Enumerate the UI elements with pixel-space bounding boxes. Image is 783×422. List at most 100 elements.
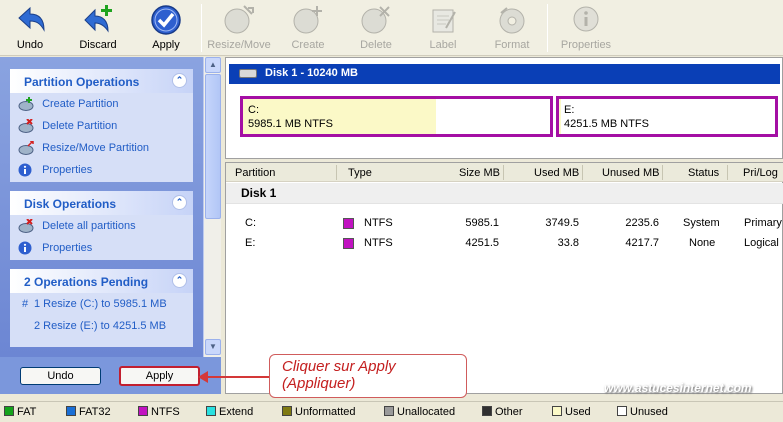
delete-toolbar-label: Delete (360, 39, 392, 51)
delete-all-partitions-icon (18, 219, 34, 233)
disk-operations-header[interactable]: Disk Operations ⌃ (10, 191, 193, 215)
legend-label: Unused (630, 406, 668, 418)
column-divider[interactable] (727, 165, 728, 180)
cell-used: 33.8 (557, 237, 579, 249)
info-icon (573, 6, 599, 32)
legend-label: Other (495, 406, 523, 418)
legend-label: FAT32 (79, 406, 111, 418)
legend-item-extend: Extend (206, 406, 253, 418)
partition-info: 4251.5 MB NTFS (564, 118, 649, 130)
column-divider[interactable] (503, 165, 504, 180)
format-disk-icon (499, 7, 525, 34)
apply-toolbar-label: Apply (152, 39, 180, 51)
column-header-size[interactable]: Size MB (459, 167, 500, 179)
undo-toolbar-label: Undo (16, 39, 44, 51)
disk-operations-title: Disk Operations (24, 197, 117, 211)
partition-block-e[interactable]: E: 4251.5 MB NTFS (556, 96, 778, 137)
legend-item-fat: FAT (4, 406, 36, 418)
partition-operations-header[interactable]: Partition Operations ⌃ (10, 69, 193, 93)
apply-check-icon (151, 5, 181, 35)
properties-toolbar-button[interactable]: Properties (558, 2, 614, 54)
column-divider[interactable] (662, 165, 663, 180)
partition-letter: C: (248, 104, 259, 116)
scroll-up-arrow-icon[interactable]: ▲ (205, 57, 221, 73)
task-label: Delete Partition (42, 119, 118, 132)
label-toolbar-label: Label (429, 39, 457, 51)
create-toolbar-label: Create (291, 39, 325, 51)
callout-line-2: (Appliquer) (282, 375, 356, 392)
pending-operation-text: 2 Resize (E:) to 4251.5 MB (34, 320, 167, 332)
label-toolbar-button[interactable]: Label (420, 2, 466, 54)
legend-swatch (66, 406, 76, 416)
cell-prilog: Primary (744, 217, 782, 229)
disk-header[interactable]: Disk 1 - 10240 MB (229, 64, 780, 84)
legend-item-unformatted: Unformatted (282, 406, 356, 418)
pending-operations-title: 2 Operations Pending (24, 275, 149, 289)
collapse-chevron-icon[interactable]: ⌃ (172, 73, 187, 88)
partition-text: C: 5985.1 MB NTFS (248, 103, 333, 131)
table-row[interactable]: E: NTFS 4251.5 33.8 4217.7 None Logical (226, 235, 783, 253)
format-toolbar-label: Format (494, 39, 530, 51)
discard-arrow-icon (84, 5, 112, 33)
table-row[interactable]: C: NTFS 5985.1 3749.5 2235.6 System Prim… (226, 215, 783, 233)
cell-type: NTFS (364, 237, 393, 249)
annotation-arrow (200, 376, 270, 378)
task-resize-move-partition[interactable]: Resize/Move Partition (10, 137, 193, 159)
pending-marker: # (22, 298, 29, 310)
task-create-partition[interactable]: Create Partition (10, 93, 193, 115)
collapse-chevron-icon[interactable]: ⌃ (172, 273, 187, 288)
undo-button[interactable]: Undo (20, 367, 101, 385)
partition-operations-group: Partition Operations ⌃ Create Partition … (10, 69, 193, 182)
pending-operations-header[interactable]: 2 Operations Pending ⌃ (10, 269, 193, 293)
column-header-status[interactable]: Status (688, 167, 719, 179)
collapse-chevron-icon[interactable]: ⌃ (172, 195, 187, 210)
column-header-prilog[interactable]: Pri/Log (743, 167, 778, 179)
legend-label: Unallocated (397, 406, 456, 418)
partition-text: E: 4251.5 MB NTFS (564, 103, 649, 131)
legend-bar: FAT FAT32 NTFS Extend Unformatted Unallo… (0, 401, 783, 422)
task-pane-scrollbar[interactable]: ▲ ▼ (203, 57, 221, 357)
column-divider[interactable] (336, 165, 337, 180)
column-divider[interactable] (582, 165, 583, 180)
task-pane: Partition Operations ⌃ Create Partition … (0, 57, 221, 394)
scrollbar-thumb[interactable] (205, 74, 221, 219)
discard-toolbar-button[interactable]: Discard (74, 2, 122, 54)
cell-partition: E: (245, 237, 256, 249)
task-disk-properties[interactable]: Properties (10, 237, 193, 259)
disk-map-panel: Disk 1 - 10240 MB C: 5985.1 MB NTFS E: 4… (225, 57, 783, 159)
partition-operations-title: Partition Operations (24, 75, 140, 89)
task-label: Delete all partitions (42, 219, 136, 232)
pending-operation-text: 1 Resize (C:) to 5985.1 MB (34, 298, 167, 310)
legend-item-used: Used (552, 406, 591, 418)
annotation-arrowhead-icon (198, 371, 208, 383)
partition-block-c[interactable]: C: 5985.1 MB NTFS (240, 96, 553, 137)
undo-toolbar-button[interactable]: Undo (6, 2, 54, 54)
delete-toolbar-button[interactable]: Delete (353, 2, 399, 54)
task-delete-all-partitions[interactable]: Delete all partitions (10, 215, 193, 237)
resize-move-icon (18, 141, 34, 155)
scroll-down-arrow-icon[interactable]: ▼ (205, 339, 221, 355)
legend-item-unallocated: Unallocated (384, 406, 455, 418)
toolbar: Undo Discard Apply Resize/Move Create De… (0, 0, 783, 56)
column-header-partition[interactable]: Partition (235, 167, 275, 179)
format-toolbar-button[interactable]: Format (489, 2, 535, 54)
apply-button[interactable]: Apply (119, 366, 200, 386)
task-delete-partition[interactable]: Delete Partition (10, 115, 193, 137)
callout-line-1: Cliquer sur Apply (282, 358, 396, 375)
create-toolbar-button[interactable]: Create (285, 2, 331, 54)
apply-toolbar-button[interactable]: Apply (142, 2, 190, 54)
pending-operation-item[interactable]: #1 Resize (C:) to 5985.1 MB (10, 293, 193, 315)
legend-item-fat32: FAT32 (66, 406, 111, 418)
task-label: Properties (42, 241, 93, 254)
resize-move-toolbar-button[interactable]: Resize/Move (207, 2, 271, 54)
column-header-type[interactable]: Type (348, 167, 372, 179)
watermark: www.astucesinternet.com (604, 381, 752, 395)
annotation-callout: Cliquer sur Apply (Appliquer) (269, 354, 467, 398)
cell-partition: C: (245, 217, 256, 229)
pending-operation-item[interactable]: 2 Resize (E:) to 4251.5 MB (10, 315, 193, 337)
cell-size: 4251.5 (465, 237, 499, 249)
column-header-unused[interactable]: Unused MB (602, 167, 659, 179)
column-header-used[interactable]: Used MB (534, 167, 579, 179)
task-partition-properties[interactable]: Properties (10, 159, 193, 181)
disk-group-row[interactable]: Disk 1 (226, 183, 783, 204)
